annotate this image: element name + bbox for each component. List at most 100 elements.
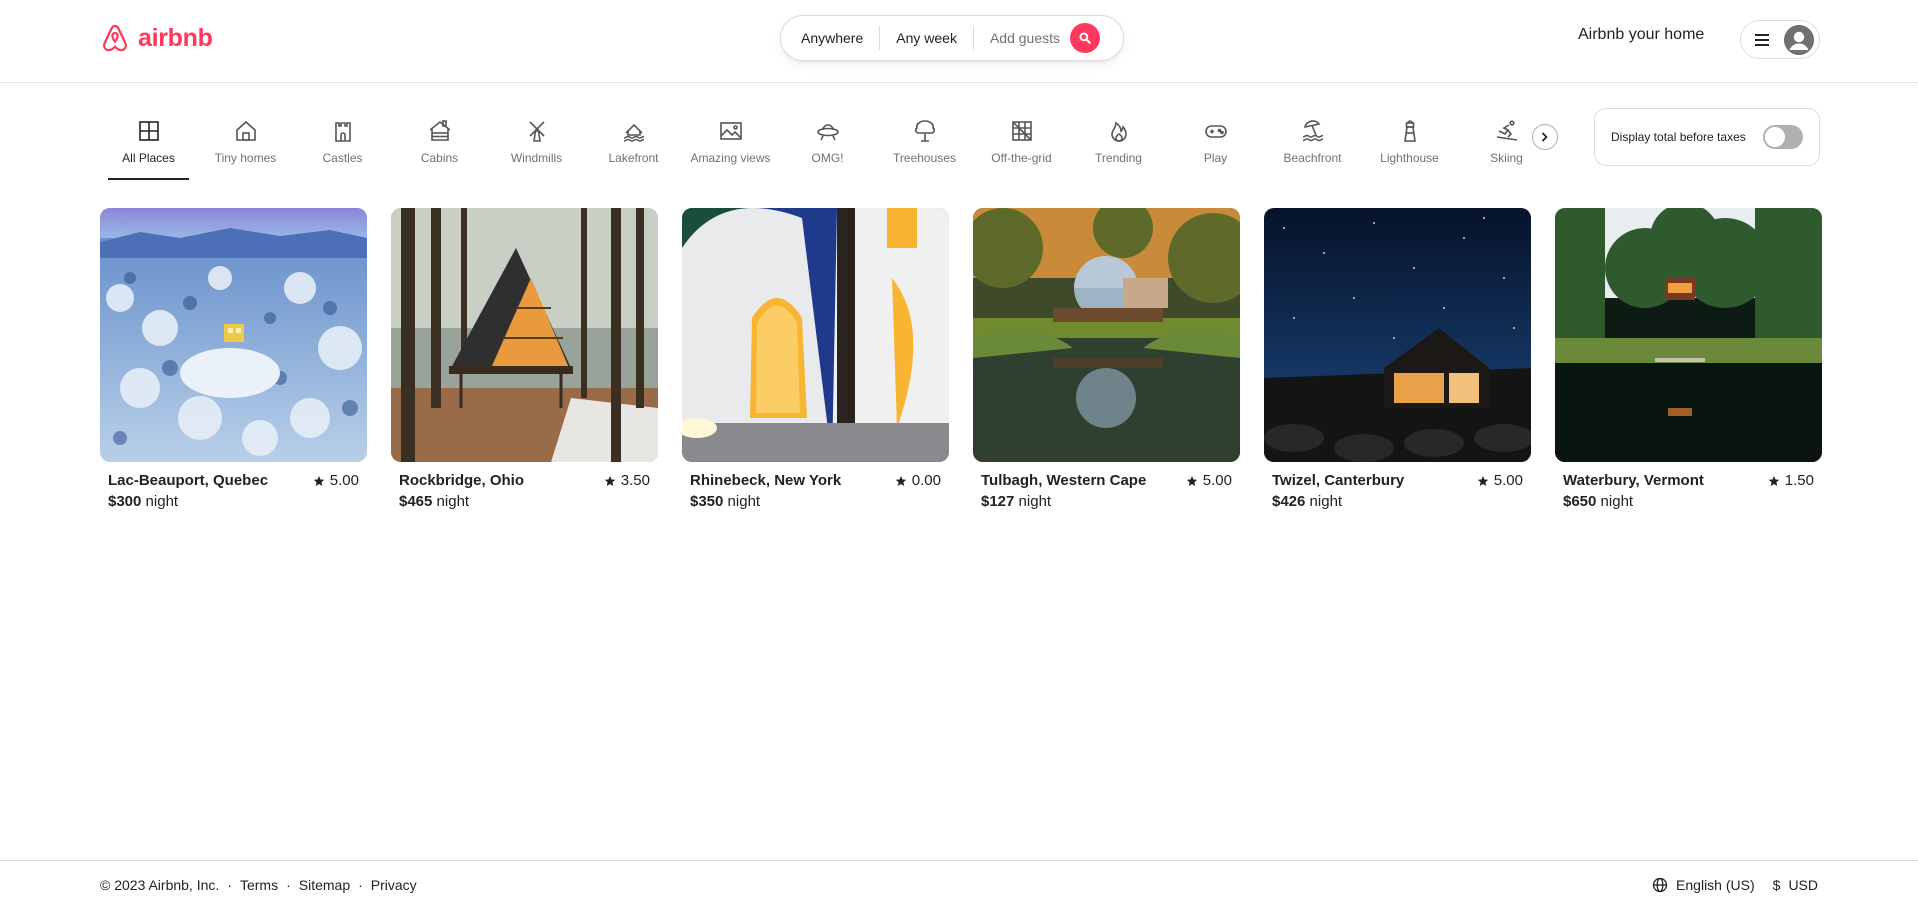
ufo-icon bbox=[816, 124, 839, 141]
listing-card[interactable]: Lac-Beauport, Quebec 5.00 $300 night bbox=[100, 208, 367, 510]
listing-rating: 5.00 bbox=[1186, 472, 1232, 489]
footer-links: © 2023 Airbnb, Inc. · Terms · Sitemap · … bbox=[100, 877, 417, 893]
footer-separator: · bbox=[286, 877, 291, 893]
treehouse-icon bbox=[914, 120, 935, 142]
tax-display-box: Display total before taxes bbox=[1594, 108, 1820, 166]
listing-card[interactable]: Waterbury, Vermont 1.50 $650 night bbox=[1555, 208, 1822, 510]
toggle-knob bbox=[1765, 127, 1785, 147]
treehouse-pond-photo bbox=[1555, 208, 1822, 462]
listing-photo[interactable] bbox=[1264, 208, 1531, 462]
currency-symbol: $ bbox=[1772, 877, 1781, 893]
star-icon bbox=[895, 475, 907, 486]
price-unit: night bbox=[1600, 493, 1634, 510]
listing-location: Lac-Beauport, Quebec bbox=[108, 472, 269, 489]
category-off-the-grid[interactable]: Off-the-grid bbox=[973, 110, 1070, 180]
category-cabins[interactable]: Cabins bbox=[391, 110, 488, 180]
category-windmills[interactable]: Windmills bbox=[488, 110, 585, 180]
skiing-icon bbox=[1496, 120, 1517, 141]
airbnb-logo-icon bbox=[103, 24, 127, 52]
star-icon bbox=[313, 475, 325, 486]
listing-photo[interactable] bbox=[682, 208, 949, 462]
listing-photo[interactable] bbox=[391, 208, 658, 462]
grid-icon bbox=[138, 121, 159, 141]
windmill-icon bbox=[528, 121, 545, 142]
listing-rating: 3.50 bbox=[604, 472, 650, 489]
user-menu-button[interactable] bbox=[1740, 20, 1820, 59]
brand-name: airbnb bbox=[138, 23, 213, 52]
rating-value: 5.00 bbox=[329, 472, 359, 489]
category-label: Castles bbox=[322, 151, 363, 165]
snowy-forest-photo bbox=[100, 208, 367, 462]
lighthouse-icon bbox=[1403, 120, 1416, 142]
cabin-icon bbox=[429, 120, 450, 141]
listing-photo[interactable] bbox=[1555, 208, 1822, 462]
listing-card[interactable]: Tulbagh, Western Cape 5.00 $127 night bbox=[973, 208, 1240, 510]
listing-photo[interactable] bbox=[100, 208, 367, 462]
currency-selector[interactable]: $ USD bbox=[1773, 877, 1818, 893]
listing-location: Rockbridge, Ohio bbox=[399, 472, 525, 489]
category-label: Skiing bbox=[1490, 151, 1523, 165]
starry-night-cabin-photo bbox=[1264, 208, 1531, 462]
add-guests-button[interactable]: Add guests bbox=[974, 26, 1070, 50]
tax-display-toggle[interactable] bbox=[1763, 125, 1803, 149]
rating-value: 3.50 bbox=[620, 472, 650, 489]
listing-price: $465 night bbox=[391, 493, 658, 510]
active-underline bbox=[108, 178, 189, 180]
search-icon bbox=[1079, 32, 1091, 44]
listing-card[interactable]: Twizel, Canterbury 5.00 $426 night bbox=[1264, 208, 1531, 510]
anywhere-button[interactable]: Anywhere bbox=[781, 26, 879, 50]
sitemap-link[interactable]: Sitemap bbox=[299, 877, 350, 893]
category-castles[interactable]: Castles bbox=[294, 110, 391, 180]
category-amazing-views[interactable]: Amazing views bbox=[682, 110, 779, 180]
category-trending[interactable]: Trending bbox=[1070, 110, 1167, 180]
airbnb-logo[interactable]: airbnb bbox=[100, 20, 213, 56]
category-tiny-homes[interactable]: Tiny homes bbox=[197, 110, 294, 180]
amazing-views-icon bbox=[719, 122, 742, 140]
category-lakefront[interactable]: Lakefront bbox=[585, 110, 682, 180]
category-label: Windmills bbox=[510, 151, 563, 165]
price-amount: $650 bbox=[1563, 493, 1597, 510]
category-treehouses[interactable]: Treehouses bbox=[876, 110, 973, 180]
currency-label: USD bbox=[1788, 877, 1818, 893]
privacy-link[interactable]: Privacy bbox=[371, 877, 417, 893]
category-all-places[interactable]: All Places bbox=[100, 110, 197, 180]
language-selector[interactable]: English (US) bbox=[1652, 877, 1755, 893]
price-amount: $426 bbox=[1272, 493, 1306, 510]
category-label: Beachfront bbox=[1283, 151, 1342, 165]
rating-value: 5.00 bbox=[1202, 472, 1232, 489]
category-beachfront[interactable]: Beachfront bbox=[1264, 110, 1361, 180]
listing-header: Waterbury, Vermont 1.50 bbox=[1555, 472, 1822, 489]
category-label: Play bbox=[1203, 151, 1228, 165]
any-week-button[interactable]: Any week bbox=[880, 26, 973, 50]
search-bar[interactable]: Anywhere Any week Add guests bbox=[780, 15, 1124, 61]
chevron-right-icon bbox=[1542, 132, 1548, 142]
terms-link[interactable]: Terms bbox=[240, 877, 278, 893]
price-unit: night bbox=[1018, 493, 1052, 510]
categories-next-button[interactable] bbox=[1532, 124, 1558, 150]
star-icon bbox=[1186, 475, 1198, 486]
gamepad-icon bbox=[1204, 125, 1227, 138]
listing-rating: 5.00 bbox=[1477, 472, 1523, 489]
category-label: Lakefront bbox=[608, 151, 659, 165]
star-icon bbox=[604, 475, 616, 486]
price-unit: night bbox=[145, 493, 179, 510]
listing-photo[interactable] bbox=[973, 208, 1240, 462]
search-button[interactable] bbox=[1070, 23, 1101, 53]
a-frame-cabin-photo bbox=[391, 208, 658, 462]
listing-card[interactable]: Rockbridge, Ohio 3.50 $465 night bbox=[391, 208, 658, 510]
category-label: Trending bbox=[1095, 151, 1142, 165]
listing-location: Twizel, Canterbury bbox=[1272, 472, 1405, 489]
price-unit: night bbox=[727, 493, 761, 510]
rating-value: 1.50 bbox=[1784, 472, 1814, 489]
category-label: Treehouses bbox=[893, 151, 956, 165]
category-omg[interactable]: OMG! bbox=[779, 110, 876, 180]
price-amount: $300 bbox=[108, 493, 142, 510]
rating-value: 5.00 bbox=[1493, 472, 1523, 489]
category-lighthouse[interactable]: Lighthouse bbox=[1361, 110, 1458, 180]
listing-rating: 0.00 bbox=[895, 472, 941, 489]
airbnb-your-home-link[interactable]: Airbnb your home bbox=[1578, 26, 1704, 44]
category-label: Off-the-grid bbox=[991, 151, 1052, 165]
listing-card[interactable]: Rhinebeck, New York 0.00 $350 night bbox=[682, 208, 949, 510]
category-label: Cabins bbox=[420, 151, 459, 165]
category-play[interactable]: Play bbox=[1167, 110, 1264, 180]
